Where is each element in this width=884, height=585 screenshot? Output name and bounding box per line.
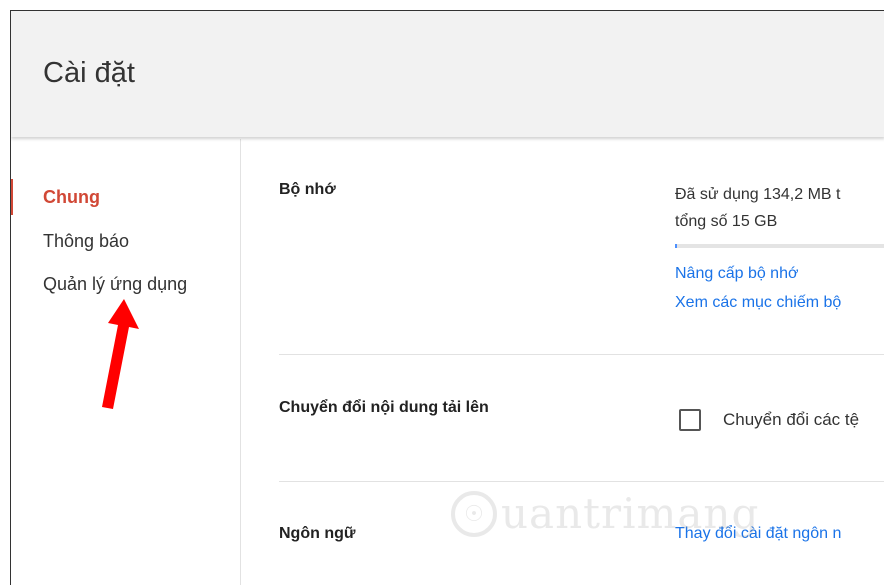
sidebar-item-manage-apps[interactable]: Quản lý ứng dụng: [43, 274, 187, 295]
sidebar-item-general[interactable]: Chung: [43, 187, 100, 208]
storage-progress-fill: [675, 244, 677, 248]
red-arrow-annotation: [102, 299, 139, 409]
storage-label: Bộ nhớ: [279, 181, 336, 198]
language-label: Ngôn ngữ: [279, 525, 356, 542]
lightbulb-icon: ☉: [451, 490, 497, 537]
change-language-link[interactable]: Thay đổi cài đặt ngôn n: [675, 525, 841, 543]
convert-uploads-label: Chuyển đổi nội dung tải lên: [279, 399, 489, 416]
sidebar-item-notifications[interactable]: Thông báo: [43, 231, 129, 252]
section-divider: [279, 481, 884, 482]
active-indicator: [11, 179, 13, 215]
storage-usage-text: Đã sử dụng 134,2 MB t tổng số 15 GB: [675, 181, 840, 235]
section-divider: [279, 354, 884, 355]
storage-usage-line2: tổng số 15 GB: [675, 213, 778, 230]
upgrade-storage-link[interactable]: Nâng cấp bộ nhớ: [675, 265, 798, 283]
storage-usage-line1: Đã sử dụng 134,2 MB t: [675, 186, 841, 203]
convert-uploads-checkbox[interactable]: [679, 409, 701, 431]
settings-window: Cài đặt Chung Thông báo Quản lý ứng dụng…: [10, 10, 884, 585]
settings-header: Cài đặt: [11, 11, 884, 137]
storage-progress-bar: [675, 244, 884, 248]
page-title: Cài đặt: [43, 57, 135, 89]
convert-uploads-checkbox-label[interactable]: Chuyển đổi các tệ: [723, 410, 859, 430]
view-storage-items-link[interactable]: Xem các mục chiếm bộ: [675, 294, 841, 312]
